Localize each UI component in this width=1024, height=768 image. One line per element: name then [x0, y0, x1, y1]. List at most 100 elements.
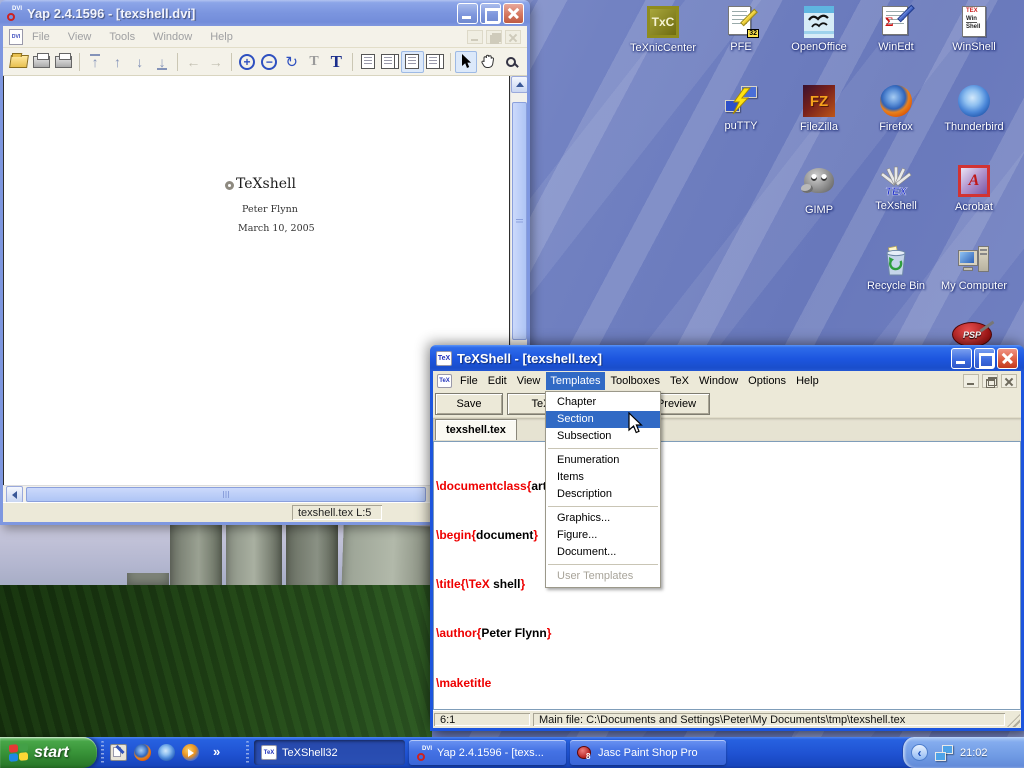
paint-shop-pro-icon[interactable]: PSP — [952, 322, 992, 347]
menu-help[interactable]: Help — [792, 372, 823, 390]
desktop-icon-winedt[interactable]: Σ WinEdt — [852, 5, 940, 53]
zoom-in-icon[interactable]: + — [236, 51, 258, 73]
desktop-icon-mycomputer[interactable]: My Computer — [930, 244, 1018, 292]
menu-view[interactable]: View — [59, 28, 101, 46]
magnifier-tool-icon[interactable] — [500, 51, 522, 73]
tray-collapse-chevron[interactable]: ‹ — [911, 744, 928, 761]
show-desktop-icon[interactable] — [110, 744, 127, 761]
menu-item-document[interactable]: Document... — [546, 544, 660, 561]
menu-window[interactable]: Window — [695, 372, 742, 390]
zoom-out-icon[interactable]: − — [258, 51, 280, 73]
maximize-button[interactable] — [480, 3, 501, 24]
media-player-icon[interactable] — [182, 744, 199, 761]
menu-item-enumeration[interactable]: Enumeration — [546, 452, 660, 469]
save-button[interactable]: Save — [435, 393, 503, 415]
menu-help[interactable]: Help — [201, 28, 242, 46]
forward-icon[interactable]: → — [205, 51, 227, 73]
desktop-icon-thunderbird[interactable]: Thunderbird — [930, 84, 1018, 133]
menu-item-description[interactable]: Description — [546, 486, 660, 503]
vertical-scroll-thumb[interactable] — [512, 102, 527, 340]
menu-edit[interactable]: Edit — [484, 372, 511, 390]
desktop-icon-recyclebin[interactable]: Recycle Bin — [852, 244, 940, 292]
back-icon[interactable]: ← — [182, 51, 204, 73]
open-file-icon[interactable] — [8, 51, 30, 73]
menu-item-chapter[interactable]: Chapter — [546, 394, 660, 411]
text-mode-icon[interactable]: T — [325, 51, 347, 73]
desktop-icon-texniccenter[interactable]: TxC TeXnicCenter — [619, 5, 707, 54]
horizontal-scroll-thumb[interactable] — [26, 487, 426, 502]
menu-toolboxes[interactable]: Toolboxes — [607, 372, 665, 390]
mdi-restore-button[interactable] — [982, 374, 998, 388]
paintshoppro-task-icon: 8 — [577, 745, 593, 761]
desktop-icon-putty[interactable]: puTTY — [697, 84, 785, 132]
menu-file[interactable]: File — [23, 28, 59, 46]
editor-line: \maketitle — [436, 675, 1020, 691]
menu-view[interactable]: View — [513, 372, 545, 390]
maximize-button[interactable] — [974, 348, 995, 369]
yap-titlebar[interactable]: DVI Yap 2.4.1596 - [texshell.dvi] — [0, 0, 530, 26]
mdi-minimize-button[interactable] — [963, 374, 979, 388]
taskbar-button-yap[interactable]: DVI Yap 2.4.1596 - [texs... — [409, 740, 566, 765]
mdi-close-button[interactable] — [1001, 374, 1017, 388]
first-page-icon[interactable]: ↑ — [84, 51, 106, 73]
previous-page-icon[interactable]: ↑ — [106, 51, 128, 73]
texniccenter-icon: TxC — [647, 6, 679, 38]
menu-item-items[interactable]: Items — [546, 469, 660, 486]
hand-tool-icon[interactable] — [477, 51, 499, 73]
menu-tex[interactable]: TeX — [666, 372, 693, 390]
menu-item-graphics[interactable]: Graphics... — [546, 510, 660, 527]
ruler-icon[interactable]: T — [303, 51, 325, 73]
desktop-icon-gimp[interactable]: GIMP — [775, 164, 863, 216]
double-page-view-icon[interactable] — [379, 51, 401, 73]
minimize-button[interactable] — [457, 3, 478, 24]
desktop-icon-filezilla[interactable]: FZ FileZilla — [775, 84, 863, 133]
yap-task-icon: DVI — [416, 745, 432, 761]
texshell-window-title: TeXShell - [texshell.tex] — [457, 351, 946, 366]
taskbar-handle[interactable] — [101, 741, 104, 764]
status-main-file: Main file: C:\Documents and Settings\Pet… — [533, 713, 1005, 726]
print-setup-icon[interactable] — [53, 51, 75, 73]
scroll-up-button[interactable] — [511, 76, 527, 93]
texshell-titlebar[interactable]: TeX TeXShell - [texshell.tex] — [430, 345, 1024, 371]
latex-editor[interactable]: \documentclass{article} \begin{document}… — [433, 441, 1021, 710]
single-page-view-icon[interactable] — [356, 51, 378, 73]
refresh-icon[interactable]: ↻ — [281, 51, 303, 73]
resize-grip[interactable] — [1007, 714, 1020, 727]
next-page-icon[interactable]: ↓ — [129, 51, 151, 73]
desktop-icon-winshell[interactable]: TEX Win Shell WinShell — [930, 5, 1018, 53]
taskbar-button-paintshoppro[interactable]: 8 Jasc Paint Shop Pro — [570, 740, 726, 765]
desktop-icon-acrobat[interactable]: A Acrobat — [930, 164, 1018, 213]
dvi-doc-date: March 10, 2005 — [238, 223, 315, 234]
thunderbird-quicklaunch-icon[interactable] — [158, 744, 175, 761]
quicklaunch-overflow-chevron[interactable]: » — [213, 744, 220, 759]
last-page-icon[interactable]: ↓ — [151, 51, 173, 73]
gimp-icon — [804, 168, 834, 193]
menu-templates[interactable]: Templates — [546, 372, 604, 390]
pointer-tool-icon[interactable] — [455, 51, 477, 73]
desktop-icon-pfe[interactable]: 32 PFE — [697, 5, 785, 53]
icon-label: TeXshell — [852, 200, 940, 212]
close-button[interactable] — [997, 348, 1018, 369]
network-status-icon[interactable] — [935, 745, 953, 761]
taskbar-handle[interactable] — [246, 741, 249, 764]
start-button[interactable]: start — [0, 737, 97, 768]
desktop-icon-firefox[interactable]: Firefox — [852, 84, 940, 133]
scroll-left-button[interactable] — [6, 486, 23, 503]
firefox-quicklaunch-icon[interactable] — [134, 744, 151, 761]
taskbar-button-texshell32[interactable]: TeX TeXShell32 — [254, 740, 405, 765]
menu-file[interactable]: File — [456, 372, 482, 390]
desktop-icon-texshell[interactable]: TEX TeXshell — [852, 164, 940, 212]
desktop: TxC TeXnicCenter 32 PFE OpenOffice Σ — [0, 0, 1024, 768]
menu-window[interactable]: Window — [144, 28, 201, 46]
editor-line: \title{\TeX shell} — [436, 576, 1020, 592]
menu-tools[interactable]: Tools — [100, 28, 144, 46]
desktop-icon-openoffice[interactable]: OpenOffice — [775, 5, 863, 53]
continuous-facing-view-icon[interactable] — [424, 51, 446, 73]
tab-texshell-tex[interactable]: texshell.tex — [435, 419, 517, 440]
continuous-view-icon[interactable] — [401, 51, 423, 73]
print-icon[interactable] — [30, 51, 52, 73]
menu-item-figure[interactable]: Figure... — [546, 527, 660, 544]
menu-options[interactable]: Options — [744, 372, 790, 390]
close-button[interactable] — [503, 3, 524, 24]
minimize-button[interactable] — [951, 348, 972, 369]
